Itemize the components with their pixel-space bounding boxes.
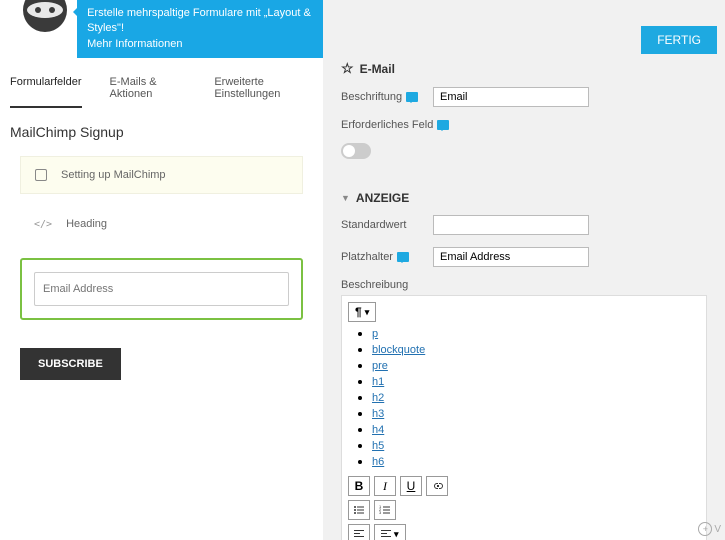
selected-email-field[interactable] bbox=[20, 258, 303, 320]
info-text: Setting up MailChimp bbox=[61, 169, 166, 181]
form-title: MailChimp Signup bbox=[0, 108, 323, 156]
rich-text-editor: ¶ p blockquote pre h1 h2 h3 h4 h5 h6 B I… bbox=[341, 295, 707, 540]
label-required: Erforderliches Feld bbox=[341, 119, 449, 131]
info-box-mailchimp[interactable]: Setting up MailChimp bbox=[20, 156, 303, 194]
heading-label: Heading bbox=[66, 218, 107, 230]
link-button[interactable] bbox=[426, 476, 448, 496]
underline-button[interactable]: U bbox=[400, 476, 422, 496]
tab-bar: Formularfelder E-Mails & Aktionen Erweit… bbox=[0, 58, 323, 108]
code-icon: </> bbox=[34, 219, 52, 230]
promo-banner: Erstelle mehrspaltige Formulare mit „Lay… bbox=[0, 0, 323, 58]
placeholder-input[interactable] bbox=[433, 247, 589, 267]
required-toggle[interactable] bbox=[341, 143, 371, 159]
help-icon[interactable] bbox=[397, 252, 409, 262]
format-h5[interactable]: h5 bbox=[372, 440, 384, 452]
banner-message[interactable]: Erstelle mehrspaltige Formulare mit „Lay… bbox=[77, 0, 323, 58]
caption-input[interactable] bbox=[433, 87, 589, 107]
format-blockquote[interactable]: blockquote bbox=[372, 344, 425, 356]
paragraph-format-button[interactable]: ¶ bbox=[348, 302, 376, 322]
help-icon[interactable] bbox=[406, 92, 418, 102]
format-pre[interactable]: pre bbox=[372, 360, 388, 372]
heading-field-row[interactable]: </> Heading bbox=[20, 218, 303, 258]
bold-button[interactable]: B bbox=[348, 476, 370, 496]
banner-line2: Mehr Informationen bbox=[87, 37, 313, 52]
align-left-button[interactable] bbox=[348, 524, 370, 540]
banner-line1: Erstelle mehrspaltige Formulare mit „Lay… bbox=[87, 6, 313, 37]
format-p[interactable]: p bbox=[372, 328, 378, 340]
tab-form-fields[interactable]: Formularfelder bbox=[10, 76, 82, 108]
email-preview-input[interactable] bbox=[34, 272, 289, 306]
tab-advanced-settings[interactable]: Erweiterte Einstellungen bbox=[214, 76, 313, 108]
info-icon bbox=[35, 169, 47, 181]
label-default: Standardwert bbox=[341, 219, 423, 231]
format-options-list: p blockquote pre h1 h2 h3 h4 h5 h6 bbox=[348, 326, 700, 468]
subscribe-button[interactable]: SUBSCRIBE bbox=[20, 348, 121, 380]
label-caption: Beschriftung bbox=[341, 91, 423, 103]
ordered-list-button[interactable]: 123 bbox=[374, 500, 396, 520]
format-h2[interactable]: h2 bbox=[372, 392, 384, 404]
corner-badge[interactable]: V bbox=[698, 522, 721, 536]
help-icon[interactable] bbox=[437, 120, 449, 130]
done-button[interactable]: FERTIG bbox=[641, 26, 717, 54]
star-icon: ☆ bbox=[341, 60, 354, 77]
format-h4[interactable]: h4 bbox=[372, 424, 384, 436]
default-value-input[interactable] bbox=[433, 215, 589, 235]
collapse-icon: ▼ bbox=[341, 193, 350, 203]
format-h3[interactable]: h3 bbox=[372, 408, 384, 420]
section-title-display: ANZEIGE bbox=[356, 191, 409, 205]
ninja-logo bbox=[0, 0, 77, 38]
align-dropdown[interactable] bbox=[374, 524, 406, 540]
tab-emails-actions[interactable]: E-Mails & Aktionen bbox=[110, 76, 187, 108]
section-header-display[interactable]: ▼ ANZEIGE bbox=[341, 191, 707, 205]
format-h6[interactable]: h6 bbox=[372, 456, 384, 468]
label-description: Beschreibung bbox=[341, 279, 707, 291]
italic-button[interactable]: I bbox=[374, 476, 396, 496]
svg-text:3: 3 bbox=[379, 510, 382, 515]
section-header-email: ☆ E-Mail bbox=[341, 60, 707, 77]
unordered-list-button[interactable] bbox=[348, 500, 370, 520]
format-h1[interactable]: h1 bbox=[372, 376, 384, 388]
label-placeholder: Platzhalter bbox=[341, 251, 423, 263]
section-title-email: E-Mail bbox=[360, 62, 395, 76]
